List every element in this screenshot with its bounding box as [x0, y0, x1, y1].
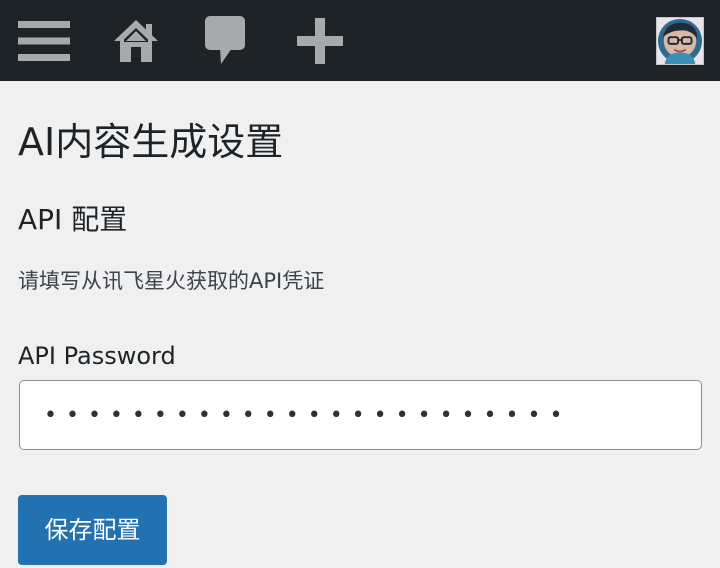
api-password-input[interactable] [19, 380, 702, 450]
new-content-button[interactable] [280, 0, 360, 81]
account-menu-button[interactable] [640, 0, 720, 81]
comments-button[interactable] [186, 0, 266, 81]
comments-icon [205, 15, 245, 64]
page-title: AI内容生成设置 [18, 120, 284, 164]
home-button[interactable] [96, 0, 176, 81]
save-config-button[interactable]: 保存配置 [18, 495, 167, 565]
section-description: 请填写从讯飞星火获取的API凭证 [18, 269, 325, 293]
admin-bar [0, 0, 720, 81]
section-title: API 配置 [18, 203, 128, 236]
home-icon [114, 19, 158, 62]
avatar [656, 16, 704, 65]
menu-toggle-button[interactable] [0, 0, 88, 81]
plus-icon [297, 17, 343, 64]
menu-icon [18, 20, 70, 61]
api-password-label: API Password [18, 342, 176, 370]
